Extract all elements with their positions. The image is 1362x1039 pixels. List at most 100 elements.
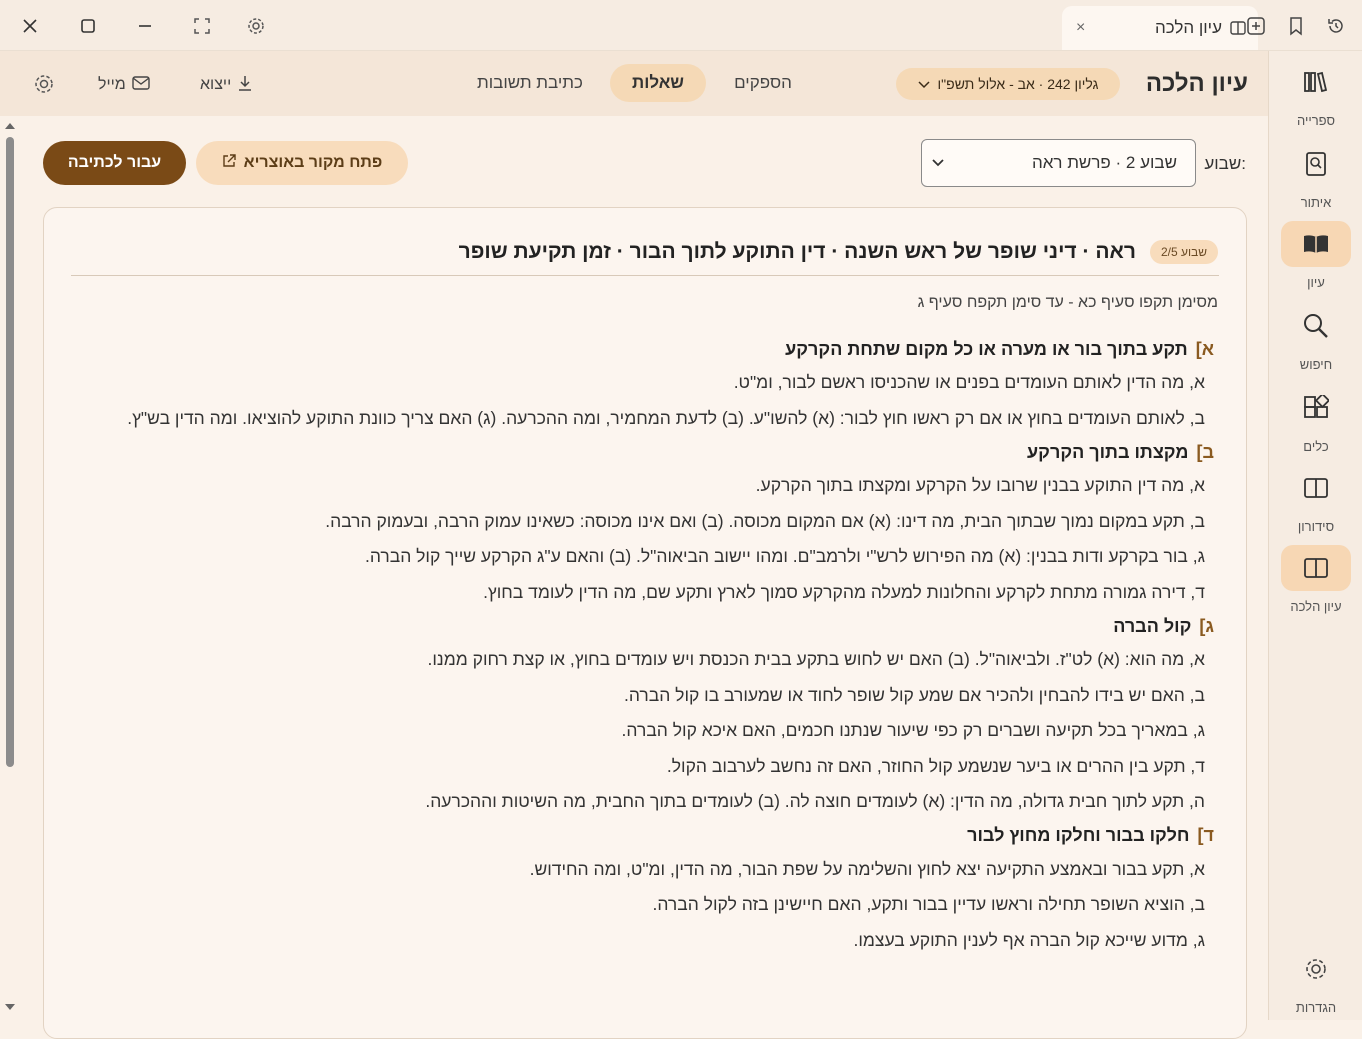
scroll-up-arrow-icon[interactable] [4, 121, 16, 131]
tab-label: עיון הלכה [1154, 18, 1222, 37]
bookmark-icon[interactable] [1282, 12, 1310, 40]
question-item: ד, תקע בין ההרים או ביער שנשמע קול החוזר… [666, 755, 1205, 776]
question-item: ב, האם יש בידו להבחין ולהכיר אם שמע קול … [623, 684, 1205, 705]
open-source-label: פתח מקור באוצריא [243, 154, 383, 171]
go-to-writing-label: עבור לכתיבה [67, 154, 162, 171]
sidebar-item-locate[interactable]: איתור [1280, 141, 1352, 210]
section-title: מקצתו בתוך הקרקע [1027, 441, 1189, 462]
title-bar: עיון הלכה × [0, 0, 1362, 51]
close-window-icon[interactable] [14, 10, 46, 42]
divider [71, 275, 1219, 276]
card-header: שבוע 2/5 ראה · דיני שופר של ראש השנה · ד… [70, 234, 1218, 270]
toolbar-settings-icon[interactable] [30, 70, 58, 98]
tab-writing-answers[interactable]: כתיבת תשובות [464, 64, 596, 102]
sections-list: א] תקע בתוך בור או מערה או כל מקום שתחת … [74, 336, 1214, 961]
question-item: ה, תקע לתוך חבית גדולה, מה הדין: (א) לעו… [425, 791, 1205, 811]
tab-writing-label: כתיבת תשובות [477, 73, 583, 92]
settings-icon [1281, 946, 1351, 992]
mail-icon [132, 75, 150, 95]
download-icon [237, 74, 253, 97]
section: ד] חלקו בבור וחלקו מחוץ לבור א, תקע בבור… [74, 823, 1214, 955]
history-icon[interactable] [1322, 12, 1350, 40]
sidebar-item-study[interactable]: עיון [1280, 221, 1352, 290]
sidebar-label: עיון [1307, 275, 1325, 290]
tab-suppliers[interactable]: הספקים [720, 64, 806, 102]
issue-selector[interactable]: גליון 242 · אב - אלול תשפ"ו [896, 68, 1120, 100]
open-source-button[interactable]: פתח מקור באוצריא [196, 141, 408, 185]
gear-icon[interactable] [240, 10, 272, 42]
section-letter: ג] [1199, 615, 1214, 636]
tab-questions-label: שאלות [632, 73, 684, 92]
tab-halacha[interactable]: עיון הלכה × [1062, 6, 1258, 50]
sidebar-label: ספרייה [1296, 113, 1335, 128]
section: א] תקע בתוך בור או מערה או כל מקום שתחת … [74, 336, 1214, 432]
section-title: חלקו בבור וחלקו מחוץ לבור [967, 825, 1190, 845]
scrollbar[interactable] [4, 117, 16, 1020]
sidebar-item-settings[interactable]: הגדרות [1280, 946, 1352, 1015]
sidebar-item-siddur[interactable]: סידורון [1280, 465, 1352, 534]
question-item: ב, לאותם העומדים בחוץ או אם רק ראשו חוץ … [127, 407, 1205, 428]
question-item: ד, דירה גמורה מתחת לקרקע והחלונות למעלה … [483, 581, 1205, 602]
go-to-writing-button[interactable]: עבור לכתיבה [43, 141, 186, 185]
sidebar-item-halacha[interactable]: עיון הלכה [1280, 545, 1352, 614]
mail-label: מייל [98, 76, 126, 93]
scroll-thumb[interactable] [6, 137, 14, 767]
section-header: ד] חלקו בבור וחלקו מחוץ לבור [74, 823, 1214, 849]
section-letter: ב] [1196, 441, 1214, 462]
sidebar: ספרייה איתור עיון חיפוש כלים סידורון עיו… [1268, 51, 1362, 1020]
tools-icon [1281, 385, 1351, 431]
siddur-icon [1281, 465, 1351, 511]
sidebar-label: איתור [1300, 195, 1332, 210]
sidebar-item-library[interactable]: ספרייה [1280, 59, 1352, 128]
new-tab-icon[interactable] [1242, 12, 1270, 40]
sidebar-item-tools[interactable]: כלים [1280, 385, 1352, 454]
export-label: ייצוא [200, 76, 232, 93]
sidebar-label: כלים [1303, 439, 1329, 454]
section: ב] מקצתו בתוך הקרקע א, מה דין התוקע בבני… [74, 439, 1214, 606]
external-link-icon [222, 153, 236, 173]
halacha-book-icon [1281, 545, 1351, 591]
sidebar-item-search[interactable]: חיפוש [1280, 303, 1352, 372]
question-item: א, מה הדין לאותם העומדים בפנים או שהכניס… [733, 372, 1205, 392]
section-letter: א] [1195, 338, 1214, 359]
question-item: ב, הוציא השופר תחילה וראשו עדיין בבור ות… [652, 894, 1205, 914]
week-select[interactable]: שבוע 2 · פרשת ראה [921, 139, 1196, 187]
section-title: קול הברה [1113, 615, 1192, 636]
scroll-down-arrow-icon[interactable] [4, 1002, 16, 1012]
question-item: ג, בור בקרקע ודות בבנין: (א) מה הפירוש ל… [364, 546, 1205, 566]
locate-icon [1281, 141, 1351, 187]
mail-button[interactable]: מייל [98, 74, 150, 96]
sidebar-label: סידורון [1297, 519, 1335, 534]
week-badge: שבוע 2/5 [1149, 240, 1218, 264]
question-item: א, תקע בבור ובאמצע התקיעה יצא לחוץ והשלי… [529, 858, 1205, 879]
maximize-icon[interactable] [72, 10, 104, 42]
fullscreen-icon[interactable] [186, 10, 218, 42]
question-item: ג, מדוע שייכא קול הברה אף לענין התוקע בע… [853, 929, 1205, 950]
library-icon [1281, 59, 1351, 105]
card-title: ראה · דיני שופר של ראש השנה · דין התוקע … [458, 240, 1136, 263]
question-item: ב, תקע במקום נמוך שבתוך הבית, מה דינו: (… [325, 510, 1205, 531]
page-title: עיון הלכה [1145, 70, 1248, 97]
question-item: א, מה הוא: (א) לט"ז. ולביאוה"ל. (ב) האם … [427, 649, 1206, 669]
section: ג] קול הברה א, מה הוא: (א) לט"ז. ולביאוה… [74, 613, 1214, 816]
minimize-icon[interactable] [129, 10, 161, 42]
sidebar-label: הגדרות [1295, 1000, 1337, 1015]
search-icon [1281, 303, 1351, 349]
chevron-down-icon [918, 76, 930, 92]
chevron-down-icon [932, 159, 944, 167]
sidebar-label: חיפוש [1299, 357, 1333, 372]
section-header: א] תקע בתוך בור או מערה או כל מקום שתחת … [74, 336, 1214, 362]
week-select-value: שבוע 2 · פרשת ראה [1031, 153, 1177, 172]
question-item: א, מה דין התוקע בבנין שרובו על הקרקע ומק… [755, 475, 1205, 495]
tab-close-icon[interactable]: × [1076, 19, 1085, 37]
book-open-icon [1281, 221, 1351, 267]
source-range: מסימן תקפו סעיף כא - עד סימן תקפח סעיף ג [917, 294, 1218, 311]
tab-questions[interactable]: שאלות [610, 64, 706, 102]
section-title: תקע בתוך בור או מערה או כל מקום שתחת הקר… [785, 338, 1188, 359]
questions-card: שבוע 2/5 ראה · דיני שופר של ראש השנה · ד… [43, 207, 1247, 1039]
sidebar-label: עיון הלכה [1290, 599, 1342, 614]
tab-suppliers-label: הספקים [734, 73, 792, 92]
export-button[interactable]: ייצוא [200, 74, 253, 96]
question-item: ג, במאריך בכל תקיעה ושברים רק כפי שיעור … [621, 720, 1205, 740]
section-header: ב] מקצתו בתוך הקרקע [74, 439, 1214, 465]
